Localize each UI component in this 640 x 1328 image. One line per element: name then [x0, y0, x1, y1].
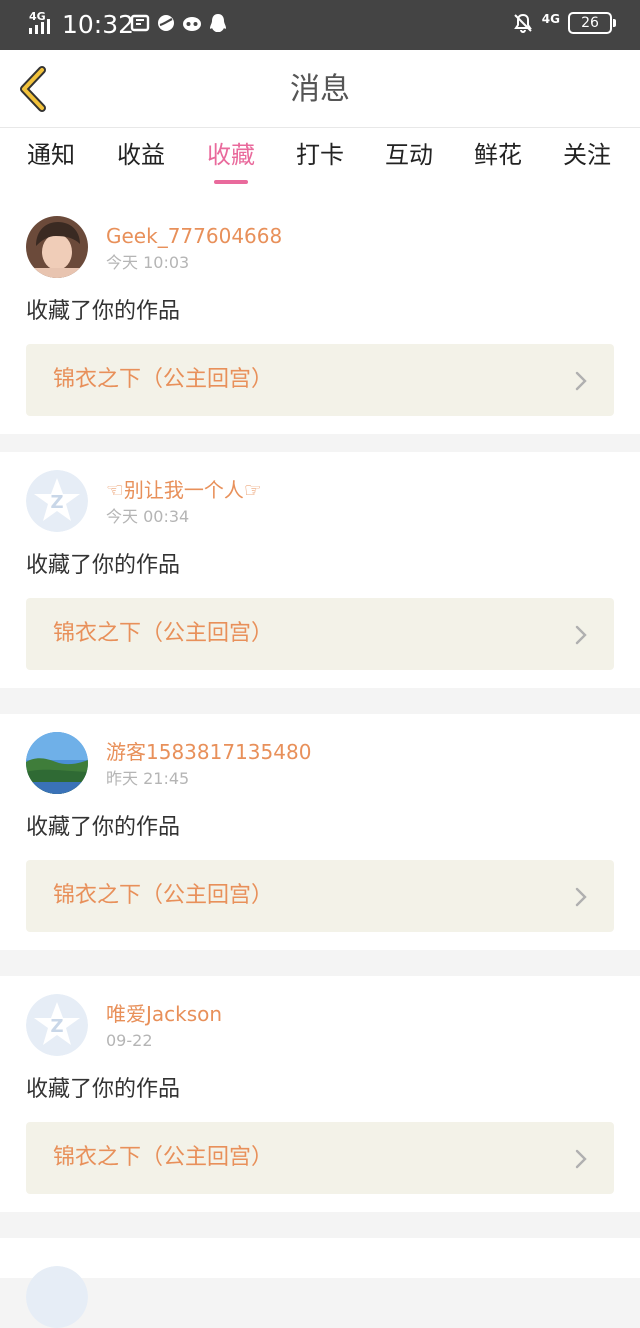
username[interactable]: Geek_777604668 [106, 224, 282, 248]
screenshot-icon [130, 12, 150, 34]
message-time: 今天 00:34 [106, 507, 190, 526]
default-avatar-icon: Z [26, 470, 88, 532]
default-avatar-icon: Z [26, 994, 88, 1056]
work-link[interactable]: 锦衣之下（公主回宫） [26, 860, 614, 932]
work-title: 锦衣之下（公主回宫） [53, 367, 274, 392]
message-card: Z ☜别让我一个人☞ 今天 00:34 收藏了你的作品 锦衣之下（公主回宫） [0, 452, 640, 688]
avatar[interactable]: Z [26, 994, 88, 1056]
work-title: 锦衣之下（公主回宫） [53, 621, 274, 646]
nav-bar: 消息 [0, 50, 640, 128]
message-card-partial [0, 1238, 640, 1328]
tab-label: 打卡 [296, 141, 344, 169]
tab-follow[interactable]: 关注 [552, 140, 622, 170]
avatar[interactable] [26, 216, 88, 278]
tab-label: 收益 [117, 141, 165, 169]
username[interactable]: 游客1583817135480 [106, 740, 311, 764]
default-avatar-icon [26, 1266, 88, 1328]
tab-label: 通知 [27, 141, 75, 169]
action-text: 收藏了你的作品 [26, 815, 181, 840]
tab-label: 收藏 [207, 141, 255, 169]
avatar[interactable] [26, 732, 88, 794]
tab-income[interactable]: 收益 [106, 140, 176, 170]
signal-icon: 4G [29, 10, 50, 34]
chevron-right-icon [575, 887, 587, 907]
tab-label: 互动 [385, 141, 433, 169]
avatar[interactable]: Z [26, 470, 88, 532]
username[interactable]: ☜别让我一个人☞ [106, 478, 262, 502]
status-right: 4G 26 [512, 12, 616, 34]
svg-text:Z: Z [50, 492, 63, 513]
chevron-right-icon [575, 371, 587, 391]
battery-level: 26 [581, 15, 599, 31]
action-text: 收藏了你的作品 [26, 553, 181, 578]
message-card: Z 唯爱Jackson 09-22 收藏了你的作品 锦衣之下（公主回宫） [0, 976, 640, 1212]
tab-label: 关注 [563, 141, 611, 169]
message-time: 昨天 21:45 [106, 769, 190, 788]
tab-interaction[interactable]: 互动 [374, 140, 444, 170]
bell-off-icon [513, 13, 532, 34]
work-link[interactable]: 锦衣之下（公主回宫） [26, 344, 614, 416]
photo-avatar-icon [26, 216, 88, 278]
avatar[interactable] [26, 1266, 88, 1328]
battery-indicator: 26 [568, 12, 616, 34]
message-time: 09-22 [106, 1031, 153, 1050]
browser-icon [156, 12, 176, 34]
message-card: Geek_777604668 今天 10:03 收藏了你的作品 锦衣之下（公主回… [0, 198, 640, 434]
network-label: 4G [29, 10, 46, 23]
landscape-avatar-icon [26, 732, 88, 794]
page-title: 消息 [290, 72, 350, 107]
message-card: 游客1583817135480 昨天 21:45 收藏了你的作品 锦衣之下（公主… [0, 714, 640, 950]
work-link[interactable]: 锦衣之下（公主回宫） [26, 1122, 614, 1194]
tab-bar: 通知 收益 收藏 打卡 互动 鲜花 关注 [0, 128, 640, 198]
username[interactable]: 唯爱Jackson [106, 1002, 222, 1026]
status-time: 10:32 [62, 10, 135, 39]
status-bar: 4G 10:32 4G 26 [0, 0, 640, 50]
chevron-right-icon [575, 1149, 587, 1169]
work-title: 锦衣之下（公主回宫） [53, 883, 274, 908]
work-title: 锦衣之下（公主回宫） [53, 1145, 274, 1170]
work-link[interactable]: 锦衣之下（公主回宫） [26, 598, 614, 670]
tab-label: 鲜花 [474, 141, 522, 169]
tab-notice[interactable]: 通知 [16, 140, 86, 170]
action-text: 收藏了你的作品 [26, 1077, 181, 1102]
game-icon [182, 12, 202, 34]
tab-flowers[interactable]: 鲜花 [463, 140, 533, 170]
qq-icon [208, 12, 228, 34]
network-right-label: 4G [541, 12, 560, 26]
tab-checkin[interactable]: 打卡 [285, 140, 355, 170]
tab-favorites[interactable]: 收藏 [196, 140, 266, 184]
svg-text:Z: Z [50, 1016, 63, 1037]
chevron-right-icon [575, 625, 587, 645]
message-time: 今天 10:03 [106, 253, 190, 272]
action-text: 收藏了你的作品 [26, 299, 181, 324]
status-app-icons [130, 12, 228, 34]
active-tab-indicator [214, 180, 248, 184]
